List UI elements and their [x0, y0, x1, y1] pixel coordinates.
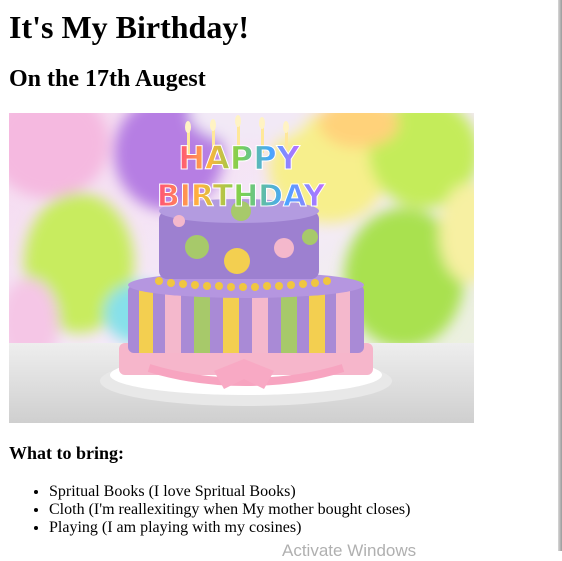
list-item: Cloth (I'm reallexitingy when My mother …	[49, 501, 410, 519]
list-heading: What to bring:	[9, 443, 125, 463]
activate-windows-watermark: Activate Windows	[282, 541, 417, 560]
birthday-cake-image: HAPPY BIRTHDAY	[9, 113, 474, 423]
cake-topper-happy: HAPPY	[178, 139, 300, 177]
cake-topper-birthday: BIRTHDAY	[157, 179, 327, 214]
list-item: Playing (I am playing with my cosines)	[49, 519, 410, 537]
page-subtitle: On the 17th Augest	[9, 66, 206, 92]
list-item: Spritual Books (I love Spritual Books)	[49, 483, 410, 501]
webpage: It's My Birthday! On the 17th Augest HAP…	[0, 0, 558, 560]
page-title: It's My Birthday!	[9, 9, 249, 45]
items-list: Spritual Books (I love Spritual Books) C…	[9, 483, 410, 537]
window-scrollbar-edge[interactable]	[558, 0, 562, 551]
